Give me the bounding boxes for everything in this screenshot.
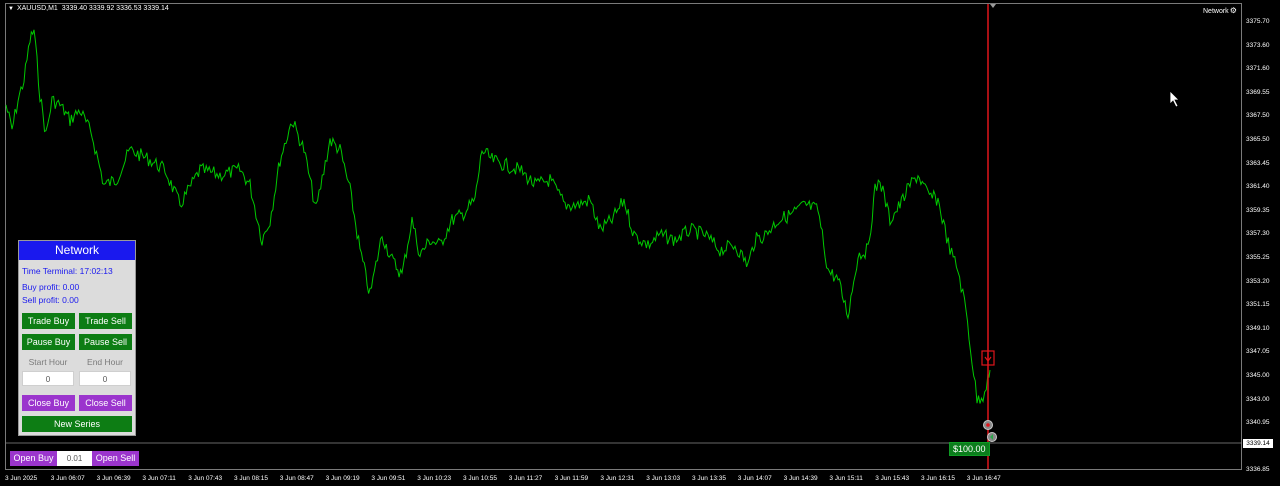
price-tick-label: 3349.10 xyxy=(1246,324,1270,332)
end-hour-label: End Hour xyxy=(87,357,123,367)
time-tick-label: 3 Jun 16:47 xyxy=(966,475,1001,482)
vline-handle-icon[interactable] xyxy=(990,4,996,8)
time-tick-label: 3 Jun 10:55 xyxy=(463,475,497,482)
panel-title[interactable]: Network xyxy=(19,241,135,260)
close-buy-button[interactable]: Close Buy xyxy=(22,395,75,411)
network-label-text: Network xyxy=(1203,8,1229,15)
pause-sell-button[interactable]: Pause Sell xyxy=(79,334,132,350)
price-tick-label: 3373.60 xyxy=(1246,41,1270,49)
time-tick-label: 3 Jun 14:07 xyxy=(737,475,772,482)
caret-down-icon[interactable]: ▼ xyxy=(8,6,14,12)
price-tick-label: 3336.85 xyxy=(1246,466,1270,474)
new-series-button[interactable]: New Series xyxy=(22,416,132,432)
time-tick-label: 3 Jun 09:19 xyxy=(325,475,360,482)
time-tick-label: 3 Jun 13:35 xyxy=(692,475,726,482)
symbol-name: XAUUSD,M1 xyxy=(16,5,58,12)
mouse-cursor-icon xyxy=(1169,90,1180,108)
time-tick-label: 3 Jun 06:07 xyxy=(50,475,85,482)
price-tick-label: 3357.30 xyxy=(1246,230,1270,238)
network-cog-icon: ⚙ xyxy=(1229,6,1237,15)
time-tick-label: 3 Jun 07:43 xyxy=(188,475,223,482)
start-hour-input[interactable]: 0 xyxy=(22,371,74,386)
price-tick-label: 3369.55 xyxy=(1246,88,1270,96)
lot-size-input[interactable]: 0.01 xyxy=(57,451,92,466)
price-chart xyxy=(5,4,1242,469)
time-tick-label: 3 Jun 12:31 xyxy=(600,475,635,482)
time-tick-label: 3 Jun 13:03 xyxy=(646,475,681,482)
open-buy-button[interactable]: Open Buy xyxy=(10,451,57,466)
price-tick-label: 3359.35 xyxy=(1246,206,1270,214)
time-tick-label: 3 Jun 15:43 xyxy=(875,475,910,482)
price-tick-label: 3371.60 xyxy=(1246,65,1270,73)
buy-profit-text: Buy profit: 0.00 xyxy=(22,282,80,292)
time-tick-label: 3 Jun 11:27 xyxy=(508,475,543,482)
time-tick-label: 3 Jun 07:11 xyxy=(142,475,176,482)
time-tick-label: 3 Jun 06:39 xyxy=(96,475,131,482)
price-tick-label: 3367.50 xyxy=(1246,112,1270,120)
price-tick-label: 3340.95 xyxy=(1246,419,1270,427)
price-tick-label: 3345.00 xyxy=(1246,372,1270,379)
price-tick-label: 3355.25 xyxy=(1246,254,1270,261)
price-tick-label: 3361.40 xyxy=(1246,183,1270,191)
price-tick-label: 3365.50 xyxy=(1246,136,1270,143)
close-sell-button[interactable]: Close Sell xyxy=(79,395,132,411)
time-terminal-text: Time Terminal: 17:02:13 xyxy=(22,266,113,276)
chart-symbol-title: ▼ XAUUSD,M1 3339.40 3339.92 3336.53 3339.… xyxy=(8,5,169,12)
current-price-label: 3339.14 xyxy=(1243,439,1273,448)
trade-panel: Network Time Terminal: 17:02:13 Buy prof… xyxy=(18,240,136,436)
trade-buy-button[interactable]: Trade Buy xyxy=(22,313,75,329)
network-indicator[interactable]: Network⚙ xyxy=(1203,6,1237,15)
time-tick-label: 3 Jun 14:39 xyxy=(783,475,818,482)
price-tick-label: 3353.20 xyxy=(1246,277,1270,285)
end-hour-input[interactable]: 0 xyxy=(79,371,131,386)
profit-tag: $100.00 xyxy=(949,442,990,456)
sell-profit-text: Sell profit: 0.00 xyxy=(22,295,79,305)
open-sell-button[interactable]: Open Sell xyxy=(92,451,139,466)
time-tick-label: 3 Jun 16:15 xyxy=(921,475,955,482)
time-tick-label: 3 Jun 2025 xyxy=(5,475,38,482)
time-tick-label: 3 Jun 09:51 xyxy=(371,475,406,482)
time-tick-label: 3 Jun 11:59 xyxy=(554,475,589,482)
price-series-line xyxy=(5,29,991,404)
ohlc-values: 3339.40 3339.92 3336.53 3339.14 xyxy=(61,5,169,12)
time-tick-label: 3 Jun 08:15 xyxy=(234,475,268,482)
time-tick-label: 3 Jun 08:47 xyxy=(279,475,314,482)
time-tick-label: 3 Jun 10:23 xyxy=(417,475,452,482)
price-tick-label: 3351.15 xyxy=(1246,301,1270,309)
price-tick-label: 3363.45 xyxy=(1246,159,1270,167)
order-marker-icon[interactable] xyxy=(983,420,997,442)
price-tick-label: 3343.00 xyxy=(1246,395,1270,403)
price-tick-label: 3347.05 xyxy=(1246,348,1270,356)
price-tick-label: 3375.70 xyxy=(1246,18,1270,25)
time-tick-label: 3 Jun 15:11 xyxy=(829,475,863,482)
pause-buy-button[interactable]: Pause Buy xyxy=(22,334,75,350)
start-hour-label: Start Hour xyxy=(28,357,68,367)
trade-sell-button[interactable]: Trade Sell xyxy=(79,313,132,329)
